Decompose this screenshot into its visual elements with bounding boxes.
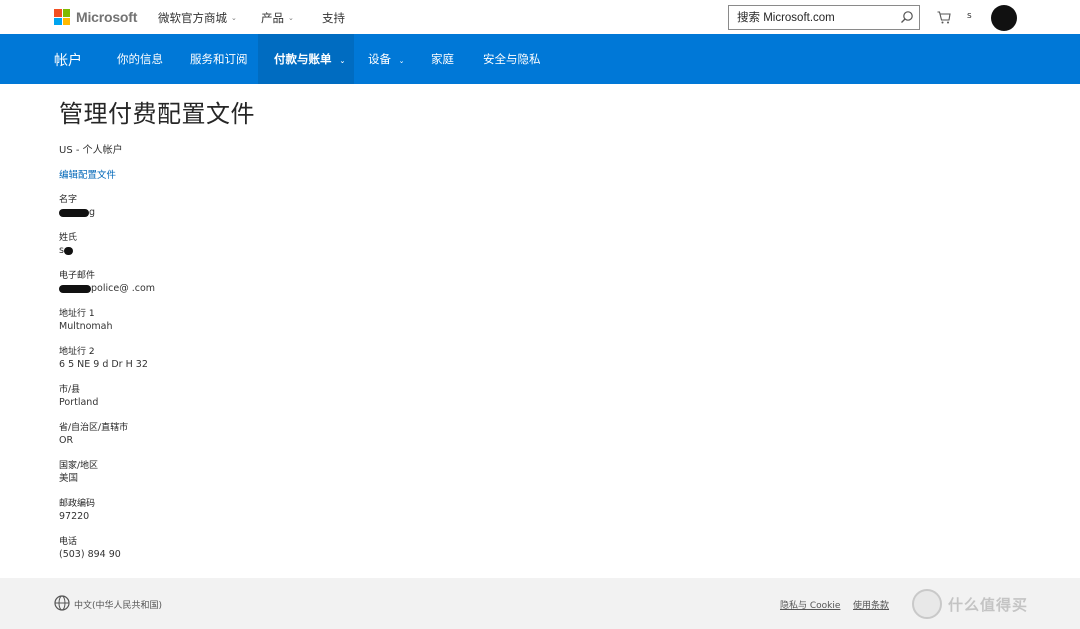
email-value: police@ .com [91,283,156,294]
field-label: 地址行 1 [59,309,95,319]
search-icon[interactable] [900,10,914,24]
nav-store-label: 微软官方商城 [158,11,227,25]
tab-security-privacy[interactable]: 安全与隐私 [470,34,554,84]
tab-label: 家庭 [431,52,454,66]
field-first-name: 名字 g [59,194,95,219]
field-label: 电话 [59,537,78,547]
field-state: 省/自治区/直辖市 OR [59,422,128,447]
field-address-line-2: 地址行 2 6 5 NE 9 d Dr H 32 [59,346,148,371]
tab-label: 安全与隐私 [483,52,541,66]
nav-products[interactable]: 产品 ⌄ [261,10,294,26]
microsoft-logo[interactable]: Microsoft [54,9,137,25]
address-line-2-value: 6 5 NE 9 d Dr H 32 [59,359,148,370]
tab-label: 设备 [368,52,391,66]
field-label: 地址行 2 [59,347,95,357]
avatar[interactable] [991,5,1017,31]
chevron-down-icon: ⌄ [398,57,405,65]
address-line-1-value: Multnomah [59,321,113,332]
field-postal-code: 邮政编码 97220 [59,498,95,523]
tab-label: 付款与账单 [274,52,332,66]
country-value: 美国 [59,473,79,484]
field-label: 姓氏 [59,233,78,243]
field-address-line-1: 地址行 1 Multnomah [59,308,113,333]
field-label: 市/县 [59,385,81,395]
field-city: 市/县 Portland [59,384,98,409]
microsoft-logo-icon [54,9,70,25]
privacy-cookies-link[interactable]: 隐私与 Cookie [780,598,840,611]
field-label: 名字 [59,195,78,205]
terms-of-use-link[interactable]: 使用条款 [853,598,889,611]
field-email: 电子邮件 police@ .com [59,270,155,295]
watermark: 什么值得买 [912,586,1072,622]
tab-services-subscriptions[interactable]: 服务和订阅 [177,34,261,84]
chevron-down-icon: ⌄ [288,14,294,22]
tab-payment-billing[interactable]: 付款与账单 ⌄ [258,34,354,84]
field-value: police@ .com [59,282,155,295]
globe-icon [54,595,70,611]
field-value: g [59,206,95,219]
nav-support-label: 支持 [322,11,345,25]
phone-value: (503) 894 90 [59,549,121,560]
top-header: Microsoft 微软官方商城 ⌄ 产品 ⌄ 支持 s [0,0,1080,34]
city-value: Portland [59,397,99,408]
field-value: s [59,244,77,257]
page-title: 管理付费配置文件 [59,100,255,128]
account-nav-bar: 帐户 你的信息 服务和订阅 付款与账单 ⌄ 设备 ⌄ 家庭 安全与隐私 [0,34,1080,84]
chevron-down-icon: ⌄ [339,57,346,65]
chevron-down-icon: ⌄ [231,14,237,22]
search-box[interactable] [728,5,920,30]
footer: 中文(中华人民共和国) 隐私与 Cookie 使用条款 什么值得买 [0,578,1080,629]
logo-text: Microsoft [76,9,138,25]
cart-icon[interactable] [937,11,951,24]
state-value: OR [59,435,74,446]
watermark-logo-icon [912,589,942,619]
tab-label: 服务和订阅 [190,52,248,66]
nav-products-label: 产品 [261,11,284,25]
tab-your-info[interactable]: 你的信息 [104,34,176,84]
account-brand[interactable]: 帐户 [54,50,82,70]
edit-profile-link[interactable]: 编辑配置文件 [59,167,116,181]
nav-store[interactable]: 微软官方商城 ⌄ [158,10,237,26]
field-country: 国家/地区 美国 [59,460,98,485]
field-last-name: 姓氏 s [59,232,77,257]
field-label: 邮政编码 [59,499,96,509]
field-label: 电子邮件 [59,271,96,281]
user-initial[interactable]: s [967,11,972,21]
postal-code-value: 97220 [59,511,90,522]
tab-family[interactable]: 家庭 [418,34,467,84]
tab-label: 你的信息 [117,52,163,66]
locale-selector[interactable]: 中文(中华人民共和国) [74,598,162,611]
field-label: 省/自治区/直辖市 [59,423,129,433]
tab-devices[interactable]: 设备 ⌄ [356,34,417,84]
watermark-text: 什么值得买 [948,595,1029,614]
account-type: US - 个人帐户 [59,145,123,156]
nav-support[interactable]: 支持 [322,10,345,26]
field-phone: 电话 (503) 894 90 [59,536,121,561]
first-name-value: g [89,207,96,218]
field-label: 国家/地区 [59,461,99,471]
search-input[interactable] [737,10,897,26]
